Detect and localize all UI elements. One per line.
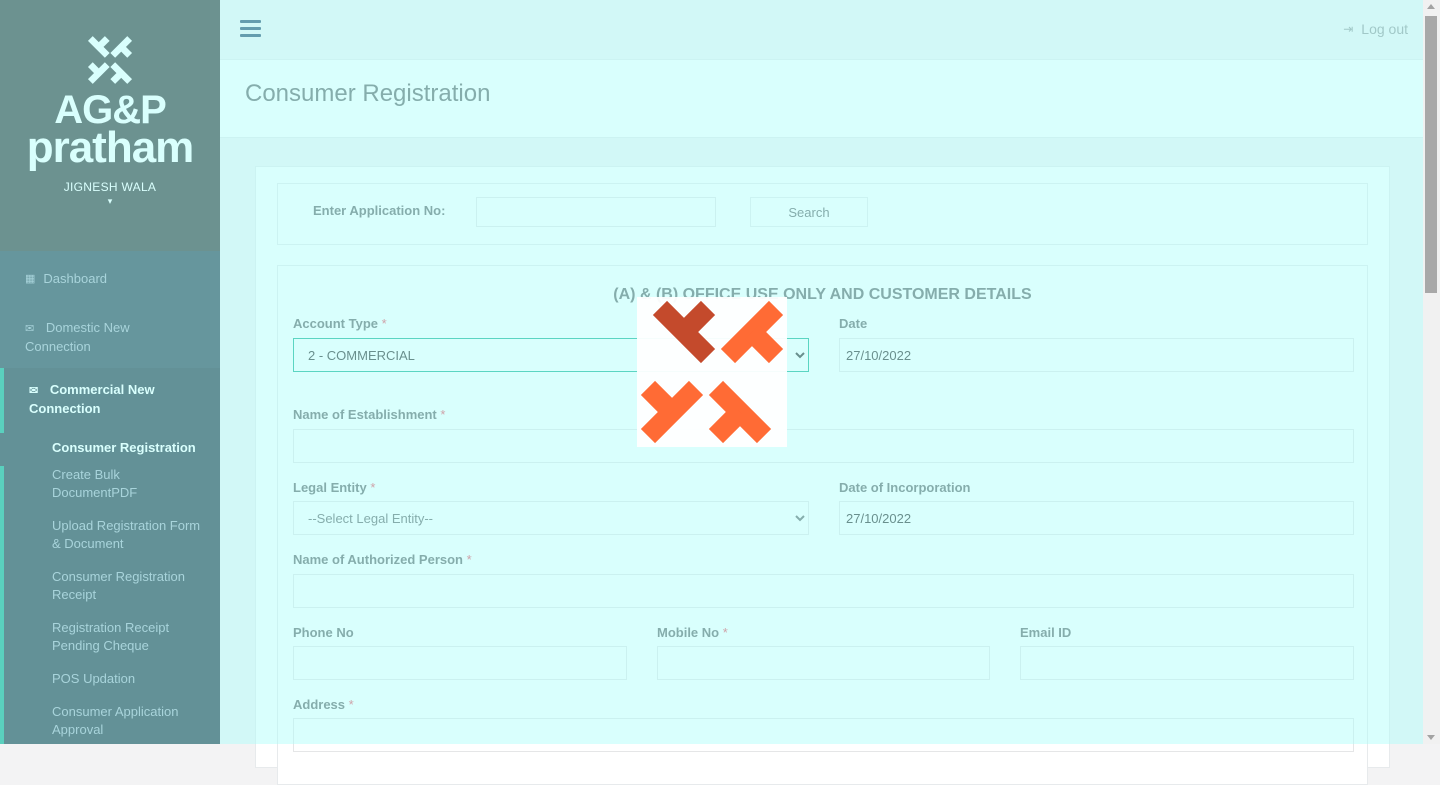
scroll-up-arrow-icon[interactable] <box>1427 4 1435 9</box>
scroll-down-arrow-icon[interactable] <box>1427 735 1435 740</box>
loading-overlay <box>0 0 1423 744</box>
loading-spinner <box>637 297 787 447</box>
vertical-scrollbar[interactable] <box>1423 0 1440 744</box>
scrollbar-thumb[interactable] <box>1425 16 1437 293</box>
loading-logo-icon <box>640 300 784 444</box>
